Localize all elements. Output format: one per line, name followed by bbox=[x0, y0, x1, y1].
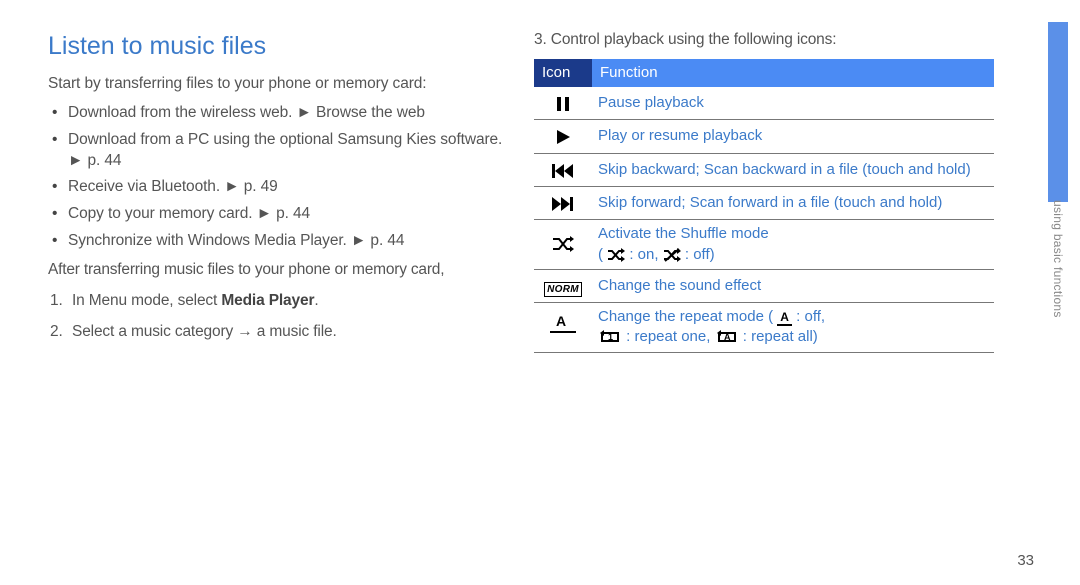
step-item: Select a music category → a music file. bbox=[48, 322, 508, 343]
bullet-list: Download from the wireless web. ► Browse… bbox=[48, 103, 508, 253]
manual-page: Listen to music files Start by transferr… bbox=[0, 0, 1080, 585]
skip-forward-icon bbox=[534, 187, 592, 220]
section-title: Listen to music files bbox=[48, 30, 508, 64]
page-ref: ► p. 44 bbox=[68, 152, 121, 169]
table-row: Activate the Shuffle mode ( : on, : off) bbox=[534, 220, 994, 270]
step-text: . bbox=[314, 292, 318, 309]
table-row: Play or resume playback bbox=[534, 120, 994, 153]
shuffle-on-icon bbox=[607, 248, 625, 262]
bullet-text: Download from a PC using the optional Sa… bbox=[68, 131, 502, 148]
page-ref: ► p. 44 bbox=[351, 232, 404, 249]
repeat-off-text: : off, bbox=[796, 308, 825, 325]
bullet-item: Copy to your memory card. ► p. 44 bbox=[48, 204, 508, 225]
th-icon: Icon bbox=[534, 59, 592, 87]
step-3-text: 3. Control playback using the following … bbox=[534, 30, 994, 51]
bullet-item: Download from a PC using the optional Sa… bbox=[48, 130, 508, 172]
page-ref: ► Browse the web bbox=[297, 104, 425, 121]
func-cell: Pause playback bbox=[592, 87, 994, 120]
right-column: 3. Control playback using the following … bbox=[534, 30, 994, 565]
bullet-text: Receive via Bluetooth. bbox=[68, 178, 224, 195]
page-ref: ► p. 44 bbox=[257, 205, 310, 222]
shuffle-off-icon bbox=[663, 248, 681, 262]
skip-back-icon bbox=[534, 153, 592, 186]
func-cell: Skip backward; Scan backward in a file (… bbox=[592, 153, 994, 186]
bullet-item: Receive via Bluetooth. ► p. 49 bbox=[48, 177, 508, 198]
table-row: Skip backward; Scan backward in a file (… bbox=[534, 153, 994, 186]
repeat-text: Change the repeat mode ( bbox=[598, 308, 777, 325]
table-row: Skip forward; Scan forward in a file (to… bbox=[534, 187, 994, 220]
off-text: : off) bbox=[685, 246, 715, 263]
func-cell: Play or resume playback bbox=[592, 120, 994, 153]
repeat-icon bbox=[534, 303, 592, 353]
bullet-item: Download from the wireless web. ► Browse… bbox=[48, 103, 508, 124]
page-number: 33 bbox=[1017, 551, 1034, 571]
steps-list: In Menu mode, select Media Player. Selec… bbox=[48, 291, 508, 343]
open-paren: ( bbox=[598, 246, 607, 263]
step-text: In Menu mode, select bbox=[72, 292, 221, 309]
repeat-one-icon: 1 bbox=[598, 330, 622, 344]
shuffle-text: Activate the Shuffle mode bbox=[598, 225, 769, 242]
svg-text:1: 1 bbox=[608, 332, 613, 342]
repeat-off-icon: A bbox=[777, 310, 792, 326]
step-bold: Media Player bbox=[221, 292, 314, 309]
side-tab-label: using basic functions bbox=[1050, 200, 1066, 318]
func-cell: Skip forward; Scan forward in a file (to… bbox=[592, 187, 994, 220]
norm-icon: NORM bbox=[534, 269, 592, 302]
th-function: Function bbox=[592, 59, 994, 87]
intro-text: Start by transferring files to your phon… bbox=[48, 74, 508, 95]
shuffle-icon bbox=[534, 220, 592, 270]
table-row: NORM Change the sound effect bbox=[534, 269, 994, 302]
step-item: In Menu mode, select Media Player. bbox=[48, 291, 508, 312]
func-cell: Change the repeat mode ( A : off, 1 : re… bbox=[592, 303, 994, 353]
page-ref: ► p. 49 bbox=[224, 178, 277, 195]
func-cell: Activate the Shuffle mode ( : on, : off) bbox=[592, 220, 994, 270]
table-row: Change the repeat mode ( A : off, 1 : re… bbox=[534, 303, 994, 353]
func-cell: Change the sound effect bbox=[592, 269, 994, 302]
repeat-one-text: : repeat one, bbox=[626, 328, 714, 345]
step-text: Select a music category → a music file. bbox=[72, 323, 337, 340]
bullet-text: Download from the wireless web. bbox=[68, 104, 297, 121]
side-tab-band bbox=[1048, 22, 1068, 202]
play-icon bbox=[534, 120, 592, 153]
table-row: Pause playback bbox=[534, 87, 994, 120]
bullet-text: Copy to your memory card. bbox=[68, 205, 257, 222]
icon-table: Icon Function Pause playback Play or res… bbox=[534, 59, 994, 353]
pause-icon bbox=[534, 87, 592, 120]
repeat-all-icon: A bbox=[715, 330, 739, 344]
bullet-text: Synchronize with Windows Media Player. bbox=[68, 232, 351, 249]
repeat-all-text: : repeat all) bbox=[743, 328, 818, 345]
on-text: : on, bbox=[629, 246, 662, 263]
bullet-item: Synchronize with Windows Media Player. ►… bbox=[48, 231, 508, 252]
svg-text:A: A bbox=[724, 332, 731, 342]
side-tab: using basic functions bbox=[1038, 0, 1068, 585]
left-column: Listen to music files Start by transferr… bbox=[48, 30, 508, 565]
after-text: After transferring music files to your p… bbox=[48, 260, 508, 281]
